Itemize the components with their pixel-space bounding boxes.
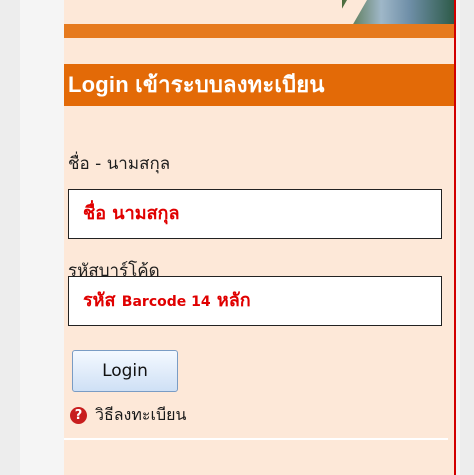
barcode-placeholder-suffix: หลัก xyxy=(210,290,251,311)
question-icon: ? xyxy=(70,406,87,424)
login-header: Login เข้าระบบลงทะเบียน xyxy=(64,64,454,106)
help-link[interactable]: ? วิธีลงทะเบียน xyxy=(70,404,186,426)
barcode-placeholder-mid: Barcode 14 xyxy=(121,294,211,310)
divider xyxy=(64,438,448,440)
login-button[interactable]: Login xyxy=(72,350,178,392)
help-link-label: วิธีลงทะเบียน xyxy=(95,404,187,424)
banner xyxy=(64,0,454,38)
name-placeholder: ชื่อ นามสกุล xyxy=(83,203,180,224)
banner-stripe xyxy=(64,24,454,38)
barcode-field[interactable]: รหัส Barcode 14 หลัก xyxy=(68,276,442,326)
name-field[interactable]: ชื่อ นามสกุล xyxy=(68,189,442,239)
login-panel: Login เข้าระบบลงทะเบียน ชื่อ - นามสกุล ช… xyxy=(64,0,456,475)
barcode-placeholder-prefix: รหัส xyxy=(83,290,122,311)
name-label: ชื่อ - นามสกุล xyxy=(68,154,171,174)
